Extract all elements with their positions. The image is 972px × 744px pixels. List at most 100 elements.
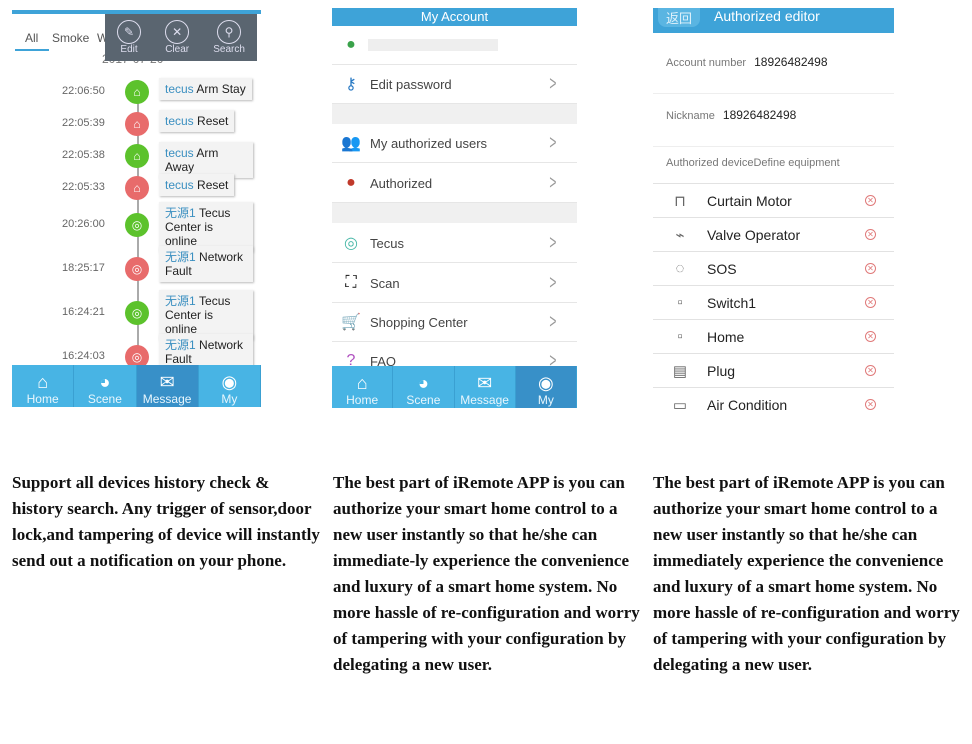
close-icon: ✕	[165, 20, 190, 44]
device-row: ▫ Switch1 ✕	[653, 285, 894, 319]
nav-scene[interactable]: ◕ Scene	[74, 365, 137, 407]
pie-icon: ◕	[99, 372, 111, 392]
cart-icon: 🛒	[341, 314, 361, 331]
nav-my[interactable]: ◉ My	[199, 365, 261, 407]
ring-icon: ◎	[344, 235, 358, 252]
menu-item[interactable]: 🛒 Shopping Center >	[332, 303, 577, 342]
nav-home[interactable]: ⌂ Home	[12, 365, 75, 407]
clear-button[interactable]: ✕ Clear	[165, 20, 190, 55]
action-popup: ✎ Edit ✕ Clear ⚲ Search	[105, 14, 257, 61]
remove-icon[interactable]: ✕	[865, 297, 876, 308]
valve-icon: ⌁	[675, 226, 685, 244]
chevron-right-icon: >	[549, 310, 557, 333]
page-title: Authorized editor	[714, 8, 820, 24]
device-row: ▫ Home ✕	[653, 319, 894, 353]
section-gap	[332, 104, 577, 124]
section-gap	[332, 203, 577, 223]
nav-home[interactable]: ⌂ Home	[332, 366, 394, 408]
message-history-screen: All Smoke W 2017-07-20 22:06:50 ⌂ tecus …	[12, 10, 261, 407]
hub-status-icon: ◎	[125, 213, 149, 237]
sos-icon: ◌	[675, 260, 685, 277]
event-time: 22:05:39	[62, 117, 105, 129]
home-status-icon: ⌂	[125, 80, 149, 104]
remove-icon[interactable]: ✕	[865, 331, 876, 342]
users-icon: 👥	[341, 135, 361, 152]
nav-message[interactable]: ✉ Message	[136, 365, 199, 407]
divider	[653, 93, 894, 94]
caption-history: Support all devices history check & hist…	[12, 473, 320, 570]
event-time: 16:24:21	[62, 306, 105, 318]
user-row[interactable]: ●	[332, 26, 577, 65]
pie-icon: ◕	[417, 373, 429, 393]
remove-icon[interactable]: ✕	[865, 399, 876, 410]
device-row: ▤ Plug ✕	[653, 353, 894, 387]
my-account-screen: My Account ● ⚷ Edit password > 👥 My authoriz…	[332, 8, 577, 408]
divider	[653, 146, 894, 147]
event-time: 22:05:33	[62, 181, 105, 193]
menu-item[interactable]: ◎ Tecus >	[332, 224, 577, 263]
remove-icon[interactable]: ✕	[865, 229, 876, 240]
nav-message[interactable]: ✉ Message	[455, 366, 516, 408]
menu-item[interactable]: ⛶ Scan >	[332, 264, 577, 303]
authorized-editor-screen: 返回 Authorized editor Account number 18926…	[653, 8, 894, 410]
caption-authorize-2: The best part of iRemote APP is you can …	[653, 473, 960, 674]
event-time: 22:06:50	[62, 85, 105, 97]
remove-icon[interactable]: ✕	[865, 195, 876, 206]
mail-icon: ✉	[477, 373, 493, 393]
section-label: Authorized deviceDefine equipment	[666, 157, 840, 169]
home-status-icon: ⌂	[125, 112, 149, 136]
user-icon: ●	[346, 36, 356, 53]
edit-button[interactable]: ✎ Edit	[117, 20, 142, 55]
chevron-right-icon: >	[549, 131, 557, 154]
menu-item[interactable]: ● Authorized >	[332, 164, 577, 203]
scan-icon: ⛶	[345, 274, 357, 291]
account-number-field: Account number 18926482498	[666, 55, 828, 69]
switch-icon: ▫	[677, 328, 683, 345]
edit-icon: ✎	[117, 20, 142, 44]
tab-all[interactable]: All	[25, 31, 38, 45]
back-button[interactable]: 返回	[658, 8, 701, 27]
user-icon: ●	[346, 174, 356, 191]
event-bubble: tecus Reset	[159, 174, 235, 196]
event-time: 16:24:03	[62, 350, 105, 362]
key-icon: ⚷	[345, 76, 357, 93]
switch-icon: ▫	[677, 294, 683, 311]
event-bubble: tecus Reset	[159, 110, 235, 132]
device-row: ▭ Air Condition ✕	[653, 387, 894, 410]
device-row: ◌ SOS ✕	[653, 251, 894, 285]
curtain-icon: ⊓	[674, 192, 686, 210]
menu-item[interactable]: 👥 My authorized users >	[332, 124, 577, 163]
tab-smoke[interactable]: Smoke	[52, 31, 89, 45]
hub-status-icon: ◎	[125, 301, 149, 325]
page-title: My Account	[420, 9, 489, 24]
ac-icon: ▭	[672, 396, 688, 411]
caption-authorize: The best part of iRemote APP is you can …	[333, 473, 640, 674]
user-icon: ◉	[221, 372, 238, 392]
home-status-icon: ⌂	[125, 144, 149, 168]
event-bubble: 无源1 Network Fault	[159, 246, 253, 282]
home-status-icon: ⌂	[125, 176, 149, 200]
header-bar: 返回 Authorized editor	[653, 8, 894, 33]
chevron-right-icon: >	[549, 171, 557, 194]
event-time: 22:05:38	[62, 149, 105, 161]
search-button[interactable]: ⚲ Search	[213, 20, 245, 55]
plug-icon: ▤	[672, 362, 688, 380]
event-bubble: tecus Arm Away	[159, 142, 253, 178]
hub-status-icon: ◎	[125, 257, 149, 281]
nav-scene[interactable]: ◕ Scene	[393, 366, 455, 408]
event-bubble: 无源1 Tecus Center is online	[159, 202, 253, 252]
remove-icon[interactable]: ✕	[865, 263, 876, 274]
chevron-right-icon: >	[549, 271, 557, 294]
chevron-right-icon: >	[549, 231, 557, 254]
device-row: ⌁ Valve Operator ✕	[653, 217, 894, 251]
header-bar: My Account	[332, 8, 577, 26]
event-time: 18:25:17	[62, 262, 105, 274]
home-icon: ⌂	[356, 373, 368, 393]
user-icon: ◉	[538, 373, 554, 393]
active-tab-indicator	[15, 49, 49, 51]
nav-my[interactable]: ◉ My	[515, 366, 577, 408]
event-time: 20:26:00	[62, 218, 105, 230]
search-icon: ⚲	[217, 20, 242, 44]
remove-icon[interactable]: ✕	[865, 365, 876, 376]
menu-item[interactable]: ⚷ Edit password >	[332, 65, 577, 104]
